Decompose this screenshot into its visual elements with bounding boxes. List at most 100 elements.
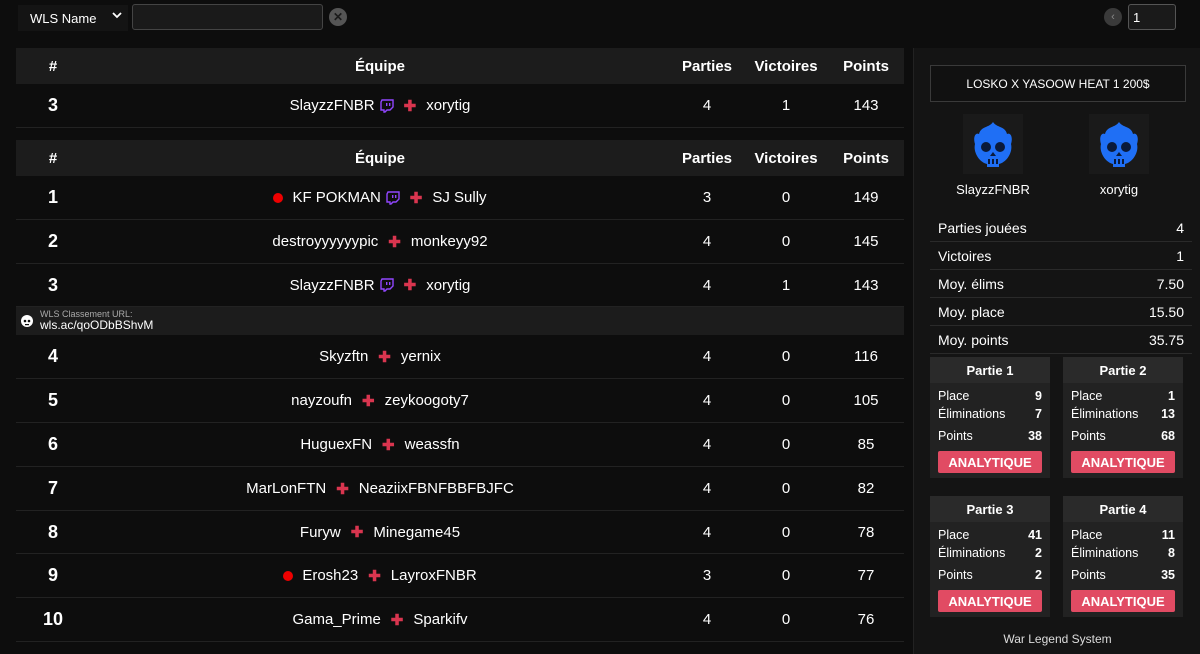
- field-select[interactable]: WLS Name: [18, 5, 128, 31]
- table-row[interactable]: 10 Gama_Prime ✚ Sparkifv 4 0 76: [16, 598, 904, 642]
- player-card-1[interactable]: SlayzzFNBR: [948, 114, 1038, 197]
- player-name[interactable]: MarLonFTN: [246, 480, 326, 497]
- points-label: Points: [1071, 568, 1106, 582]
- parties-cell: 4: [702, 480, 712, 497]
- team-detail-panel: LOSKO X YASOOW HEAT 1 200$ SlayzzFNBR xo…: [913, 48, 1200, 654]
- analytique-button[interactable]: ANALYTIQUE: [1071, 451, 1175, 473]
- rank-cell: 8: [47, 521, 58, 542]
- table-row[interactable]: 2 destroyyyyyypic ✚ monkeyy92 4 0 145: [16, 220, 904, 264]
- table-row[interactable]: 8 Furyw ✚ Minegame45 4 0 78: [16, 511, 904, 554]
- clear-icon[interactable]: ✕: [329, 8, 347, 26]
- rank-cell: 1: [47, 187, 58, 207]
- player-name[interactable]: SlayzzFNBR: [290, 277, 375, 294]
- twitch-icon[interactable]: [379, 278, 394, 292]
- parties-cell: 4: [702, 436, 712, 453]
- table-row[interactable]: 6 HuguexFN ✚ weassfn 4 0 85: [16, 423, 904, 467]
- elims-label: Éliminations: [1071, 407, 1139, 421]
- parties-cell: 4: [702, 97, 712, 114]
- table-row[interactable]: 5 nayzoufn ✚ zeykoogoty7 4 0 105: [16, 379, 904, 423]
- victoires-cell: 0: [781, 523, 791, 541]
- avatar: [963, 114, 1023, 174]
- plus-icon: ✚: [378, 348, 391, 366]
- stat-row: Moy. place 15.50: [930, 298, 1192, 326]
- place-label: Place: [938, 528, 970, 542]
- player-name[interactable]: NeaziixFBNFBBFBJFC: [359, 480, 514, 497]
- player-name[interactable]: KF POKMAN: [292, 189, 380, 206]
- rank-cell: 10: [42, 609, 64, 629]
- header-points: Points: [843, 149, 889, 167]
- parties-cell: 4: [702, 392, 712, 409]
- page-number-input[interactable]: [1128, 4, 1176, 30]
- prev-page-icon[interactable]: ‹: [1104, 8, 1122, 26]
- header-team: Équipe: [354, 57, 405, 75]
- analytique-button[interactable]: ANALYTIQUE: [938, 451, 1042, 473]
- live-indicator-icon: [283, 570, 294, 581]
- player-name[interactable]: SlayzzFNBR: [290, 97, 375, 114]
- player-name[interactable]: SJ Sully: [432, 189, 486, 206]
- stat-row: Parties jouées 4: [930, 214, 1192, 242]
- player-name[interactable]: HuguexFN: [300, 436, 372, 453]
- points-cell: 85: [857, 436, 875, 453]
- player-name[interactable]: Minegame45: [373, 524, 460, 541]
- team-cell: SlayzzFNBR ✚ xorytig: [90, 276, 670, 295]
- header-victoires: Victoires: [754, 57, 818, 75]
- stat-row: Moy. points 35.75: [930, 326, 1192, 354]
- game-title: Partie 3: [930, 496, 1050, 522]
- player-name[interactable]: Sparkifv: [413, 611, 467, 628]
- plus-icon: ✚: [350, 524, 364, 541]
- table-row[interactable]: 4 Skyzftn ✚ yernix 4 0 116: [16, 335, 904, 379]
- table-row[interactable]: 3 SlayzzFNBR ✚ xorytig 4 1 143: [16, 84, 904, 128]
- parties-cell: 4: [702, 233, 712, 250]
- victoires-cell: 0: [781, 611, 791, 628]
- player-card-2[interactable]: xorytig: [1074, 114, 1164, 197]
- header-points: Points: [843, 57, 889, 75]
- team-cell: destroyyyyyypic ✚ monkeyy92: [90, 233, 670, 251]
- stat-row: Victoires 1: [930, 242, 1192, 270]
- stat-value: 4: [1176, 219, 1184, 236]
- player-name[interactable]: yernix: [401, 348, 441, 365]
- player-name[interactable]: nayzoufn: [291, 392, 352, 409]
- player-name[interactable]: xorytig: [426, 97, 470, 114]
- victoires-cell: 1: [781, 97, 791, 114]
- header-team: Équipe: [354, 149, 405, 167]
- team-cell: Erosh23 ✚ LayroxFNBR: [90, 567, 670, 585]
- table-row[interactable]: 7 MarLonFTN ✚ NeaziixFBNFBBFBJFC 4 0 82: [16, 467, 904, 511]
- plus-icon: ✚: [403, 97, 417, 115]
- team-cell: MarLonFTN ✚ NeaziixFBNFBBFBJFC: [90, 480, 670, 498]
- victoires-cell: 0: [781, 348, 791, 365]
- rank-cell: 6: [47, 434, 58, 454]
- analytique-button[interactable]: ANALYTIQUE: [938, 590, 1042, 612]
- points-value: 38: [1028, 429, 1042, 443]
- player-name[interactable]: xorytig: [426, 277, 470, 294]
- player-name[interactable]: Erosh23: [302, 567, 358, 584]
- plus-icon: ✚: [362, 392, 375, 410]
- stat-row: Moy. élims 7.50: [930, 270, 1192, 298]
- player-name[interactable]: LayroxFNBR: [391, 567, 477, 584]
- twitch-icon[interactable]: [379, 98, 394, 113]
- parties-cell: 4: [702, 276, 712, 294]
- player-name[interactable]: zeykoogoty7: [385, 392, 469, 409]
- player-name[interactable]: destroyyyyyypic: [272, 233, 378, 250]
- player-name[interactable]: Skyzftn: [319, 348, 368, 365]
- parties-cell: 3: [702, 189, 712, 206]
- player-name[interactable]: monkeyy92: [411, 233, 488, 250]
- points-cell: 149: [853, 189, 879, 206]
- table-row[interactable]: 3 SlayzzFNBR ✚ xorytig 4 1 143: [16, 264, 904, 307]
- points-cell: 78: [857, 523, 875, 541]
- header-parties: Parties: [681, 57, 733, 75]
- search-input[interactable]: [132, 4, 323, 30]
- points-cell: 76: [857, 611, 875, 628]
- parties-cell: 4: [702, 611, 712, 628]
- table-row[interactable]: 1 KF POKMAN ✚ SJ Sully 3 0 149: [16, 176, 904, 220]
- player-name[interactable]: weassfn: [405, 436, 460, 453]
- player-name[interactable]: Gama_Prime: [292, 611, 380, 628]
- analytique-button[interactable]: ANALYTIQUE: [1071, 590, 1175, 612]
- classement-url-link[interactable]: wls.ac/qoODbBShvM: [40, 319, 153, 332]
- rank-cell: 4: [47, 346, 58, 366]
- twitch-icon[interactable]: [386, 190, 400, 205]
- player-name[interactable]: Furyw: [300, 524, 341, 541]
- elims-label: Éliminations: [938, 407, 1006, 421]
- place-value: 9: [1035, 389, 1042, 403]
- plus-icon: ✚: [382, 436, 395, 454]
- table-row[interactable]: 9 Erosh23 ✚ LayroxFNBR 3 0 77: [16, 554, 904, 598]
